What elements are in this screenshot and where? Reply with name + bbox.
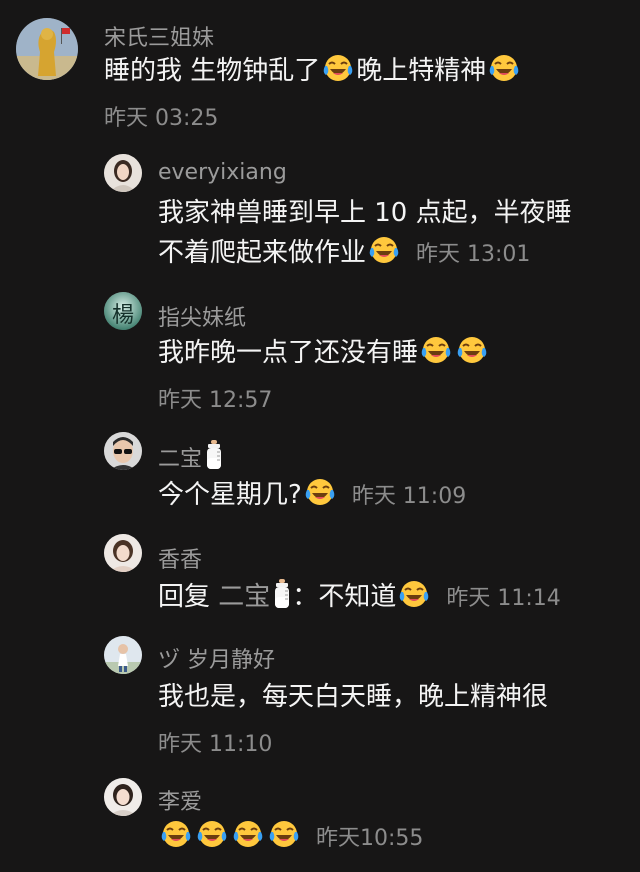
woman-portrait-avatar-icon[interactable] [104,154,142,192]
avatar-character: 楊 [111,303,134,328]
comment-text-part: 睡的我 生物钟乱了 [104,56,321,86]
comment-time: 昨天 11:14 [446,586,561,611]
comment-text: 我也是，每天白天睡，晚上精神很 [158,682,549,712]
child-avatar-icon[interactable] [104,636,142,674]
comment-time: 昨天 11:10 [158,732,273,757]
comment-time: 昨天 03:25 [104,106,219,131]
commenter-name[interactable]: everyixiang [158,160,287,185]
commenter-name[interactable]: 指尖妹纸 [158,300,246,332]
baby-bottle-icon [204,440,224,470]
commenter-name-text: 二宝 [158,447,203,472]
tears-of-joy-emoji-icon [456,334,488,366]
comment-text: 我昨晚一点了还没有睡 [158,334,490,373]
tears-of-joy-emoji-icon [268,818,300,850]
commenter-name[interactable]: 宋氏三姐妹 [104,20,214,52]
comment-text: 睡的我 生物钟乱了 晚上特精神 [104,52,522,91]
comment-text: 昨天10:55 [158,818,423,858]
tears-of-joy-emoji-icon [196,818,228,850]
woman-avatar-icon[interactable] [104,534,142,572]
comment-text-part: 今个星期几? [158,480,302,510]
reply-target-name[interactable]: 二宝 [218,579,292,612]
reply-prefix: 回复 [158,582,211,612]
commenter-name[interactable]: 二宝 [158,440,224,473]
tears-of-joy-emoji-icon [232,818,264,850]
comment-text: 我家神兽睡到早上 10 点起，半夜睡 [158,198,572,228]
woman-avatar-icon[interactable] [104,778,142,816]
tears-of-joy-emoji-icon [322,52,354,84]
sunglasses-man-avatar-icon[interactable] [104,432,142,470]
comment-text: 今个星期几? 昨天 11:09 [158,476,466,516]
yang-character-avatar-icon[interactable]: 楊 [104,292,142,330]
reply-colon: ： [292,582,319,612]
comment-text: 不着爬起来做作业 昨天 13:01 [158,234,530,274]
comment-time: 昨天10:55 [316,826,424,851]
commenter-name[interactable]: 香香 [158,542,202,574]
comment-text-part: 不着爬起来做作业 [158,238,367,268]
baby-bottle-icon [272,579,292,609]
comment-text-part: 不知道 [318,582,397,612]
tears-of-joy-emoji-icon [160,818,192,850]
tears-of-joy-emoji-icon [368,234,400,266]
reply-target-text: 二宝 [218,582,271,612]
comment-text-part: 晚上特精神 [356,56,487,86]
statue-avatar-icon[interactable] [16,18,78,80]
commenter-name[interactable]: ヅ 岁月静好 [158,642,275,674]
comment-text: 回复 二宝 ：不知道 昨天 11:14 [158,578,561,618]
comment-text-part: 我昨晚一点了还没有睡 [158,338,419,368]
tears-of-joy-emoji-icon [420,334,452,366]
comment-time: 昨天 11:09 [351,484,467,509]
tears-of-joy-emoji-icon [304,476,336,508]
comment-time: 昨天 13:01 [416,242,531,267]
commenter-name[interactable]: 李爱 [158,784,202,816]
tears-of-joy-emoji-icon [398,578,430,610]
tears-of-joy-emoji-icon [488,52,520,84]
comment-time: 昨天 12:57 [158,388,273,413]
